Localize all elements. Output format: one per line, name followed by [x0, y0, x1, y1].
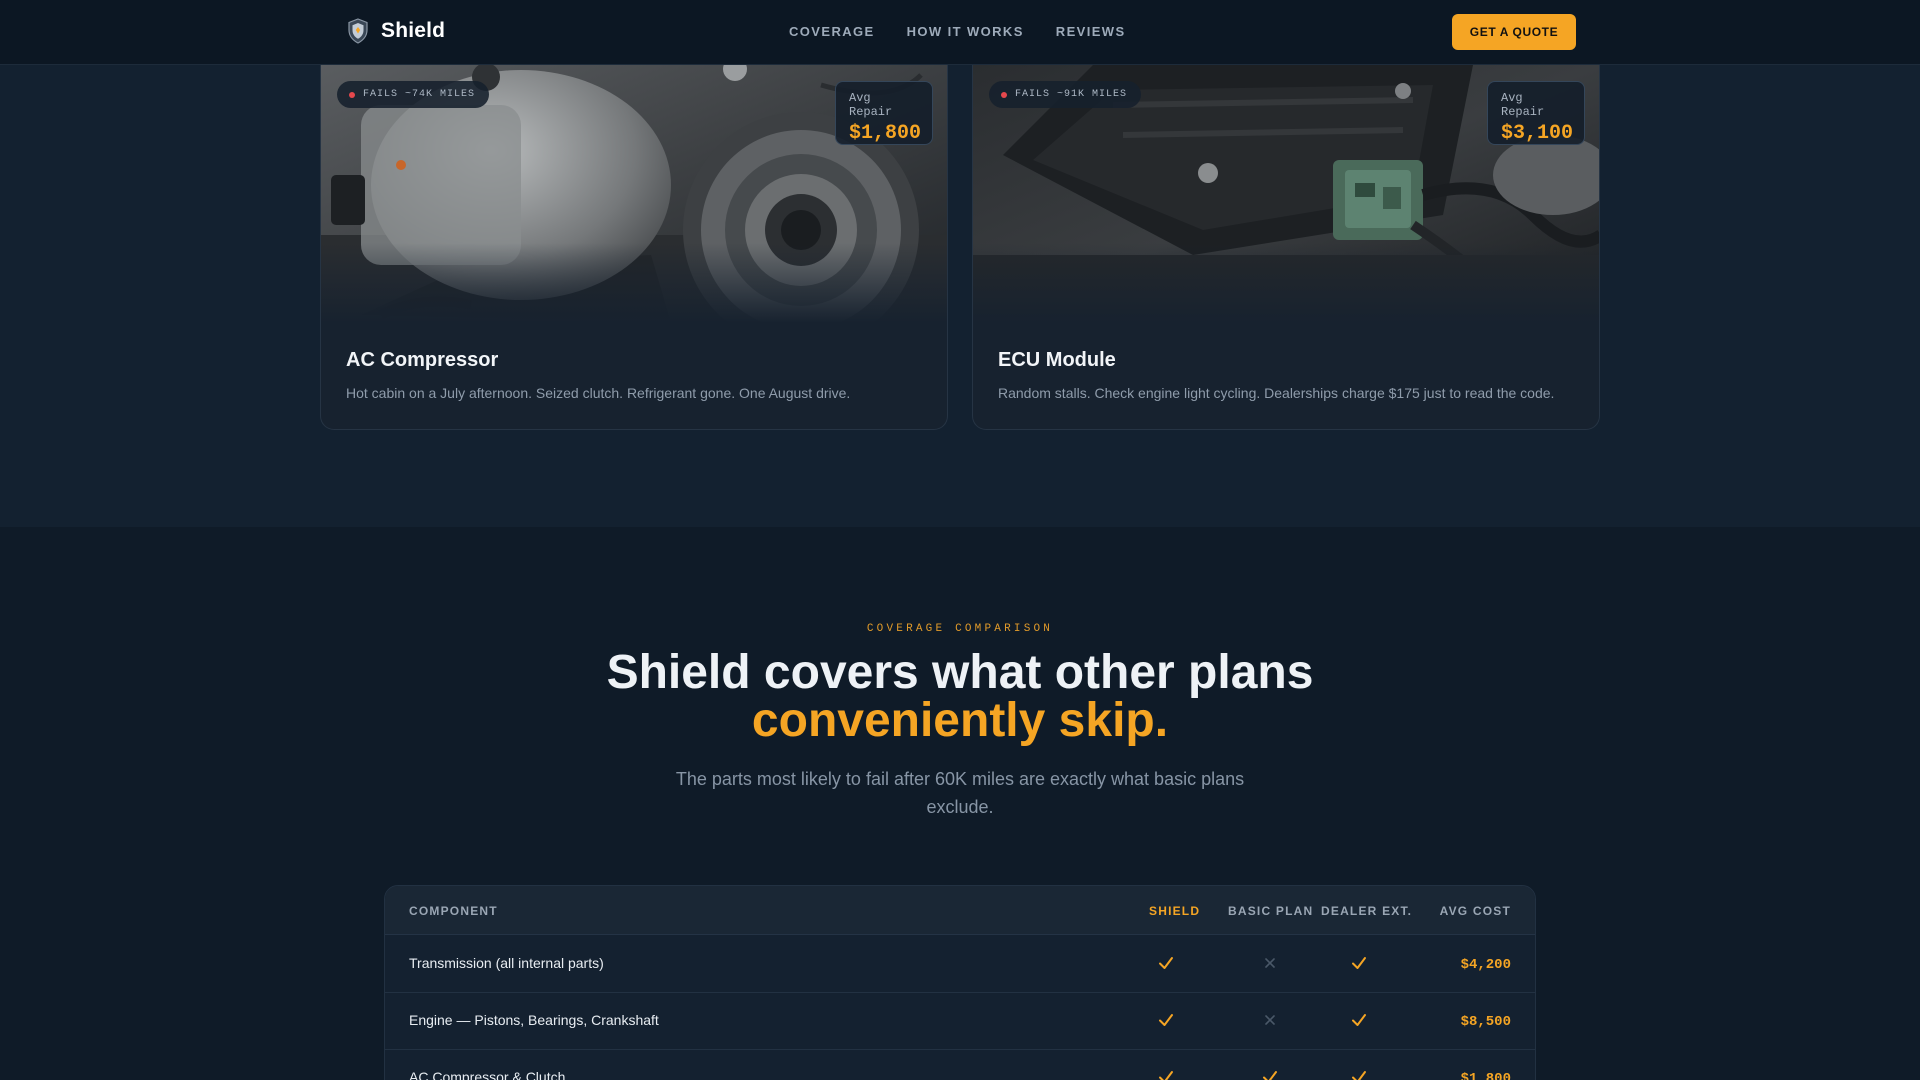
- part-card-ecu-module[interactable]: FAILS ~91K MILES Avg Repair $3,100 ECU M…: [972, 65, 1600, 430]
- status-dot-icon: [349, 92, 355, 98]
- cross-icon: [1265, 958, 1275, 968]
- avg-repair-box: Avg Repair $3,100: [1487, 81, 1585, 145]
- comparison-table: COMPONENT SHIELD BASIC PLAN DEALER EXT. …: [384, 885, 1536, 1080]
- top-navigation: Shield COVERAGE HOW IT WORKS REVIEWS GET…: [0, 0, 1920, 65]
- column-header-shield: SHIELD: [1149, 904, 1201, 918]
- avg-cost-value: $4,200: [1460, 957, 1511, 973]
- brand-name: Shield: [381, 19, 446, 42]
- avg-cost-value: $1,800: [1460, 1071, 1511, 1080]
- component-name: Transmission (all internal parts): [409, 955, 604, 971]
- section-eyebrow: COVERAGE COMPARISON: [866, 623, 1054, 635]
- column-header-avg-cost: AVG COST: [1439, 904, 1511, 918]
- fail-mileage-badge: FAILS ~91K MILES: [989, 81, 1142, 108]
- nav-links: COVERAGE HOW IT WORKS REVIEWS: [789, 24, 1126, 39]
- avg-cost-value: $8,500: [1460, 1014, 1511, 1030]
- avg-repair-box: Avg Repair $1,800: [835, 81, 933, 145]
- card-description: Hot cabin on a July afternoon. Seized cl…: [346, 385, 851, 401]
- column-header-basic-plan: BASIC PLAN: [1228, 904, 1314, 918]
- check-icon: [1352, 1071, 1366, 1080]
- check-icon: [1159, 1014, 1173, 1026]
- nav-link-reviews[interactable]: REVIEWS: [1056, 24, 1126, 39]
- ecu-module-image: FAILS ~91K MILES Avg Repair $3,100: [973, 65, 1599, 323]
- fail-mileage-badge: FAILS ~74K MILES: [337, 81, 490, 108]
- get-quote-button[interactable]: GET A QUOTE: [1452, 14, 1576, 50]
- section-headline: Shield covers what other plans convenien…: [0, 649, 1920, 745]
- check-icon: [1352, 957, 1366, 969]
- table-row: AC Compressor & Clutch $1,800: [385, 1050, 1535, 1080]
- avg-repair-label: Avg Repair: [849, 91, 893, 119]
- column-header-dealer-ext: DEALER EXT.: [1321, 904, 1413, 918]
- avg-repair-label: Avg Repair: [1501, 91, 1545, 119]
- nav-link-how-it-works[interactable]: HOW IT WORKS: [907, 24, 1024, 39]
- shield-logo-icon: [348, 18, 368, 44]
- avg-repair-value: $3,100: [1501, 122, 1574, 145]
- check-icon: [1352, 1014, 1366, 1026]
- cross-icon: [1265, 1015, 1275, 1025]
- headline-main: Shield covers what other plans: [606, 646, 1314, 699]
- check-icon: [1159, 957, 1173, 969]
- table-header: COMPONENT SHIELD BASIC PLAN DEALER EXT. …: [385, 886, 1535, 935]
- card-description: Random stalls. Check engine light cyclin…: [998, 385, 1555, 401]
- table-row: Engine — Pistons, Bearings, Crankshaft $8…: [385, 993, 1535, 1050]
- avg-repair-value: $1,800: [849, 122, 922, 145]
- check-icon: [1263, 1071, 1277, 1080]
- table-row: Transmission (all internal parts) $4,200: [385, 936, 1535, 993]
- ac-compressor-image: FAILS ~74K MILES Avg Repair $1,800: [321, 65, 947, 323]
- component-name: AC Compressor & Clutch: [409, 1069, 566, 1080]
- coverage-comparison-section: COVERAGE COMPARISON Shield covers what o…: [0, 527, 1920, 1080]
- headline-accent: conveniently skip.: [751, 694, 1169, 747]
- failure-cards-section: FAILS ~74K MILES Avg Repair $1,800 AC Co…: [0, 65, 1920, 527]
- brand[interactable]: Shield: [347, 18, 445, 44]
- component-name: Engine — Pistons, Bearings, Crankshaft: [409, 1012, 659, 1028]
- part-card-ac-compressor[interactable]: FAILS ~74K MILES Avg Repair $1,800 AC Co…: [320, 65, 948, 430]
- nav-link-coverage[interactable]: COVERAGE: [789, 24, 875, 39]
- column-header-component: COMPONENT: [409, 904, 498, 918]
- status-dot-icon: [1001, 92, 1007, 98]
- check-icon: [1159, 1071, 1173, 1080]
- card-title: ECU Module: [998, 349, 1116, 371]
- card-title: AC Compressor: [346, 349, 499, 371]
- section-subtext: The parts most likely to fail after 60K …: [675, 769, 1245, 817]
